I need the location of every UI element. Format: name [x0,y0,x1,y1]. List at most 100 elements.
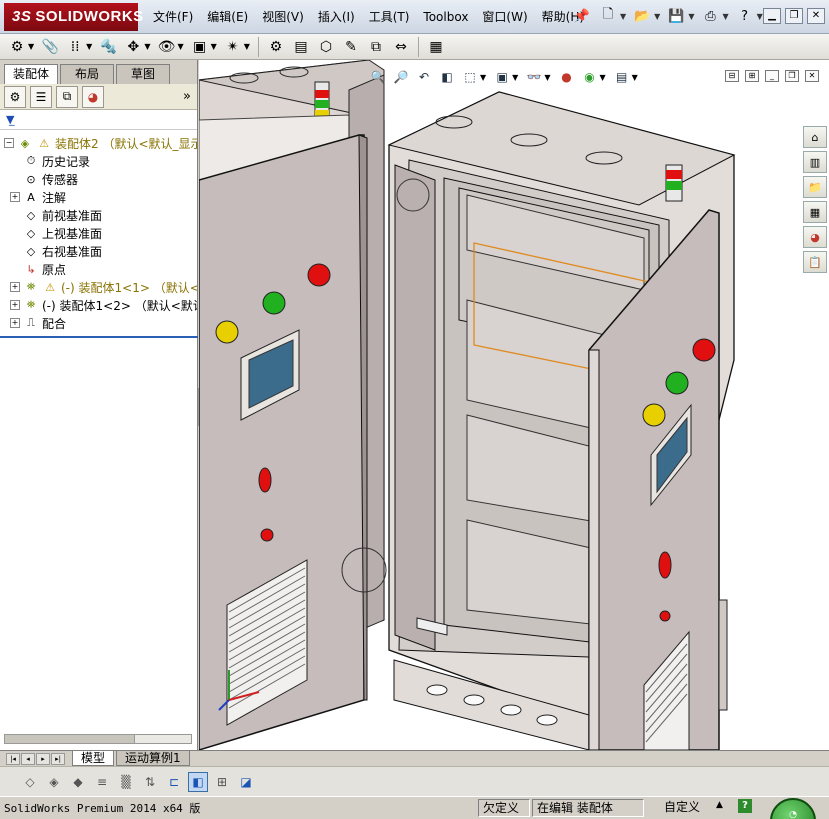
dropdown-caret-icon[interactable]: ▼ [86,42,92,51]
prev-tab-icon[interactable]: ◂ [21,752,35,765]
dropdown-caret-icon[interactable]: ▼ [177,42,183,51]
edges-icon[interactable]: ⇅ [140,772,160,792]
open-icon[interactable]: 📂 [632,6,652,26]
expand-icon[interactable]: + [10,192,20,202]
tab-1[interactable]: 布局 [60,64,114,84]
collapse-icon[interactable]: − [4,138,14,148]
help-icon[interactable]: ? [738,799,752,813]
close-icon[interactable]: ✕ [805,70,819,82]
new-doc-icon[interactable]: 🗋 [598,6,618,26]
save-icon[interactable]: 💾 [666,6,686,26]
dropdown-caret-icon[interactable]: ▼ [144,42,150,51]
tab-2[interactable]: 草图 [116,64,170,84]
split-view-icon[interactable]: ⊟ [725,70,739,82]
solidworks-logo[interactable]: 3S SOLIDWORKS [4,3,143,31]
shaded-icon[interactable]: ◧ [188,771,208,792]
shaded-edges-icon[interactable]: ⊏ [164,772,184,792]
mate-icon[interactable]: 📎 [39,36,61,58]
pin-icon[interactable]: 📌 [572,6,592,26]
menu-item[interactable]: 窗口(W) [475,0,534,34]
menu-item[interactable]: 插入(I) [311,0,362,34]
ambient-occlusion-icon[interactable]: ◆ [68,772,88,792]
print-icon[interactable]: ⎙ [700,6,720,26]
tree-item[interactable]: ◇ 右视基准面 [0,242,197,260]
filter-icon[interactable]: ▼̲ [6,113,14,126]
smart-fastener-icon[interactable]: 🔩 [97,36,119,58]
propertymanager-icon[interactable]: ☰ [30,85,52,108]
graphics-area[interactable]: 🔍 🔎 ↶ ◧ ⬚ ▼ ▣ ▼ 👓 ▼ ● ◉ ▼ ▤ ▼ ⊟ ⊞ _ ❐ ✕ ⌂ ▥ 📁… [199,60,829,750]
perspective-icon[interactable]: ◇ [20,772,40,792]
tree-item[interactable]: ⊙ 传感器 [0,170,197,188]
section-icon[interactable]: ⊞ [212,772,232,792]
expand-icon[interactable]: + [10,318,20,328]
menu-item[interactable]: 编辑(E) [200,0,255,34]
minimize-icon[interactable]: _ [765,70,779,82]
tree-item[interactable]: ⏱ 历史记录 [0,152,197,170]
menu-item[interactable]: 文件(F) [146,0,200,34]
zoom-area-icon[interactable]: 🔎 [392,68,410,86]
edit-appearance-icon[interactable]: ● [557,68,575,86]
expand-icon[interactable]: + [10,282,20,292]
menu-item[interactable]: 视图(V) [255,0,311,34]
configurationmanager-icon[interactable]: ⧉ [56,85,78,108]
tree-item[interactable]: ↳ 原点 [0,260,197,278]
instant3d-icon[interactable]: ▦ [425,36,447,58]
zoom-to-fit-icon[interactable]: 🔍 [369,68,387,86]
display-style-icon[interactable]: ▣ [493,68,511,86]
first-tab-icon[interactable]: |◂ [6,752,20,765]
tree-item[interactable]: + ⛯ (-) 装配体1<2> （默认<默认_ [0,296,197,314]
view-settings-icon[interactable]: ▤ [613,68,631,86]
appearances-icon[interactable]: ◕ [803,226,827,248]
tab-0[interactable]: 装配体 [4,64,58,84]
menu-item[interactable]: 工具(T) [362,0,417,34]
restore-icon[interactable]: ❐ [785,8,803,24]
minimize-icon[interactable]: ▁ [763,8,781,24]
hidden-lines-icon[interactable]: ▒ [116,772,136,792]
bottom-tab-0[interactable]: 模型 [72,751,115,766]
file-explorer-icon[interactable]: 📁 [803,176,827,198]
bom-icon[interactable]: ▤ [290,36,312,58]
next-tab-icon[interactable]: ▸ [36,752,50,765]
bottom-tab-1[interactable]: 运动算例1 [116,751,190,766]
interference-icon[interactable]: ⧉ [365,36,387,58]
assembly-features-icon[interactable]: ▣ [189,36,211,58]
dropdown-caret-icon[interactable]: ▼ [244,42,250,51]
units-caret-icon[interactable]: ▲ [716,800,723,810]
section-view-icon[interactable]: ◧ [438,68,456,86]
help-icon[interactable]: ? [735,6,755,26]
restore-icon[interactable]: ❐ [785,70,799,82]
tree-item[interactable]: ◇ 前视基准面 [0,206,197,224]
new-motion-icon[interactable]: ⚙ [265,36,287,58]
view-palette-icon[interactable]: ▦ [803,201,827,223]
insert-component-icon[interactable]: ⚙ [6,36,28,58]
split-view-icon[interactable]: ⊞ [745,70,759,82]
clearance-icon[interactable]: ⇔ [390,36,412,58]
exploded-view-icon[interactable]: ⬡ [315,36,337,58]
curvature-icon[interactable]: ◪ [236,772,256,792]
apply-scene-icon[interactable]: ◉ [580,68,598,86]
displaymanager-icon[interactable]: ◕ [82,85,104,108]
hide-show-icon[interactable]: 👓 [525,68,543,86]
tree-item[interactable]: + ⛯ ⚠ (-) 装配体1<1> （默认<默 [0,278,197,296]
view-orientation-icon[interactable]: ⬚ [461,68,479,86]
menu-item[interactable]: Toolbox [416,0,475,34]
last-tab-icon[interactable]: ▸| [51,752,65,765]
shadows-icon[interactable]: ◈ [44,772,64,792]
resources-icon[interactable]: ⌂ [803,126,827,148]
scroll-thumb[interactable] [5,735,135,743]
linear-pattern-icon[interactable]: ⁞⁞ [64,36,86,58]
close-icon[interactable]: ✕ [807,8,825,24]
cabinet-model[interactable] [199,60,829,750]
design-library-icon[interactable]: ▥ [803,151,827,173]
horizontal-scrollbar[interactable] [4,734,192,744]
expand-arrow-icon[interactable]: » [183,89,191,104]
expand-icon[interactable]: + [10,300,20,310]
featuremanager-icon[interactable]: ⚙ [4,85,26,108]
reference-geometry-icon[interactable]: ✴ [222,36,244,58]
dropdown-caret-icon[interactable]: ▼ [211,42,217,51]
tree-filter[interactable]: ▼̲ [0,110,197,130]
custom-properties-icon[interactable]: 📋 [803,251,827,273]
explode-line-icon[interactable]: ✎ [340,36,362,58]
dropdown-caret-icon[interactable]: ▼ [28,42,34,51]
tree-root[interactable]: − ◈ ⚠ 装配体2 （默认<默认_显示状 [0,134,197,152]
